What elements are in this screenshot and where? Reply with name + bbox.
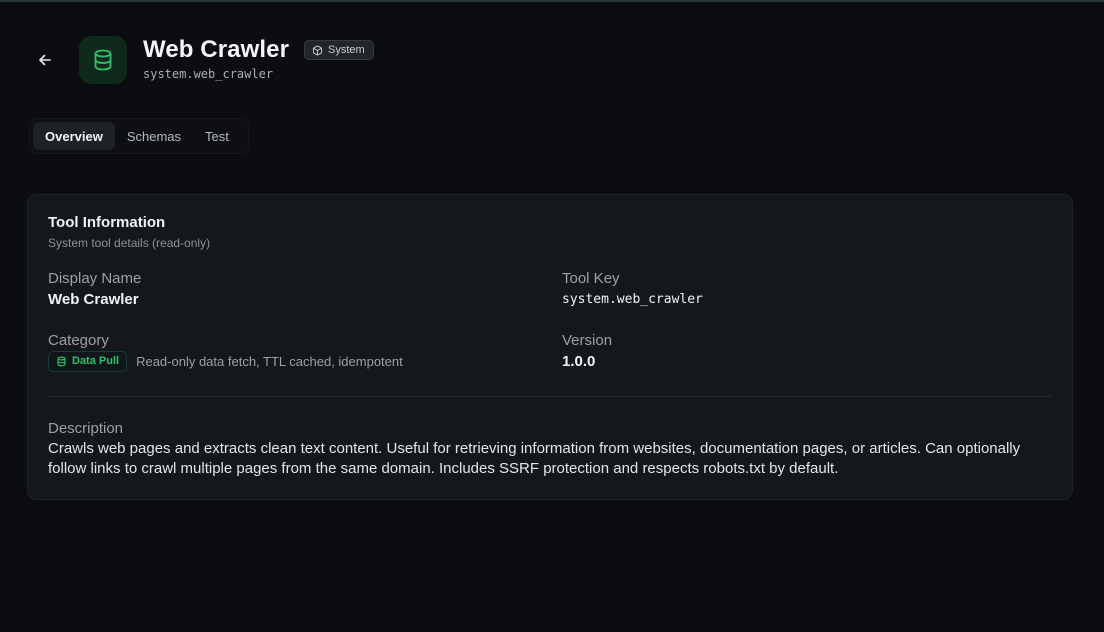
category-badge: Data Pull bbox=[48, 350, 128, 372]
category-row: Data Pull Read-only data fetch, TTL cach… bbox=[48, 350, 403, 372]
card-title: Tool Information bbox=[48, 214, 166, 231]
back-button[interactable] bbox=[32, 47, 58, 73]
card-subtitle: System tool details (read-only) bbox=[48, 236, 211, 250]
description-text: Crawls web pages and extracts clean text… bbox=[48, 440, 1021, 477]
category-description: Read-only data fetch, TTL cached, idempo… bbox=[136, 353, 403, 369]
divider bbox=[48, 396, 1052, 397]
version-label: Version bbox=[562, 332, 613, 349]
tab-schemas[interactable]: Schemas bbox=[115, 122, 193, 150]
cube-icon bbox=[312, 44, 323, 56]
tab-list: Overview Schemas Test bbox=[29, 118, 249, 154]
page-title: Web Crawler bbox=[143, 36, 290, 63]
system-badge-label: System bbox=[328, 44, 365, 56]
display-name-value: Web Crawler bbox=[48, 291, 139, 308]
tool-information-card: Tool Information System tool details (re… bbox=[27, 194, 1073, 500]
tool-key-value: system.web_crawler bbox=[562, 292, 703, 307]
description-label: Description bbox=[48, 420, 124, 437]
tool-key-label: Tool Key bbox=[562, 270, 620, 287]
display-name-label: Display Name bbox=[48, 270, 142, 287]
category-label: Category bbox=[48, 332, 109, 349]
database-icon bbox=[94, 49, 112, 71]
tool-key-subtitle: system.web_crawler bbox=[143, 67, 274, 81]
database-icon bbox=[57, 356, 66, 366]
tool-icon-tile bbox=[79, 36, 127, 84]
arrow-left-icon bbox=[39, 54, 51, 66]
tab-overview[interactable]: Overview bbox=[33, 122, 115, 150]
category-badge-label: Data Pull bbox=[72, 355, 120, 367]
version-value: 1.0.0 bbox=[562, 353, 596, 370]
page-header: Web Crawler System system.web_crawler bbox=[0, 0, 1104, 100]
system-badge: System bbox=[304, 40, 374, 60]
tab-test[interactable]: Test bbox=[193, 122, 241, 150]
